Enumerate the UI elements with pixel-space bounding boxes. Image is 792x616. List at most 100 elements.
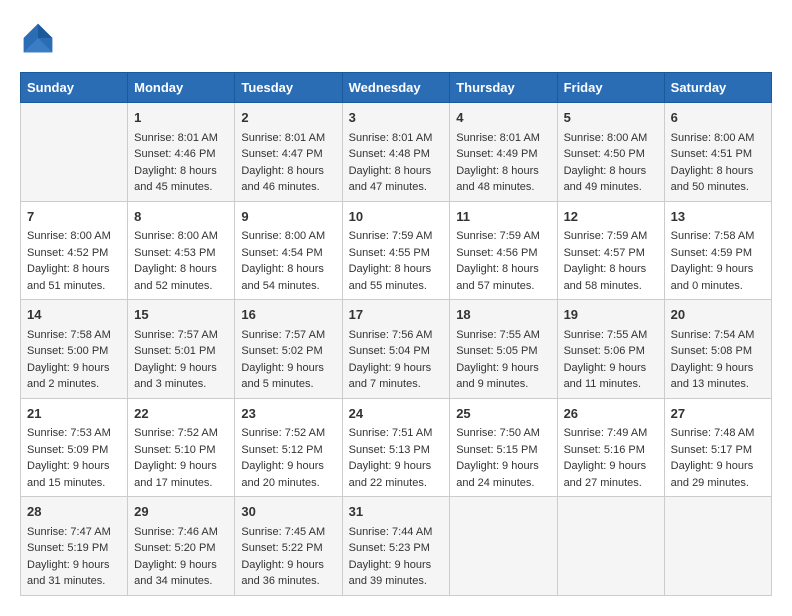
sunrise: Sunrise: 8:01 AM xyxy=(349,132,433,144)
sunset: Sunset: 5:20 PM xyxy=(134,542,215,554)
sunset: Sunset: 5:19 PM xyxy=(27,542,108,554)
day-number: 7 xyxy=(27,207,121,227)
logo-icon xyxy=(20,20,56,56)
sunrise: Sunrise: 8:01 AM xyxy=(456,132,540,144)
sunset: Sunset: 4:50 PM xyxy=(564,148,645,160)
daylight: Daylight: 9 hours and 3 minutes. xyxy=(134,362,217,391)
calendar-cell: 27Sunrise: 7:48 AMSunset: 5:17 PMDayligh… xyxy=(664,398,771,497)
sunrise: Sunrise: 7:50 AM xyxy=(456,427,540,439)
day-number: 5 xyxy=(564,108,658,128)
sunrise: Sunrise: 7:55 AM xyxy=(564,329,648,341)
sunrise: Sunrise: 7:59 AM xyxy=(564,230,648,242)
header-cell-monday: Monday xyxy=(128,73,235,103)
day-number: 14 xyxy=(27,305,121,325)
sunset: Sunset: 5:04 PM xyxy=(349,345,430,357)
calendar-cell: 13Sunrise: 7:58 AMSunset: 4:59 PMDayligh… xyxy=(664,201,771,300)
sunset: Sunset: 4:54 PM xyxy=(241,247,322,259)
sunrise: Sunrise: 7:48 AM xyxy=(671,427,755,439)
day-number: 3 xyxy=(349,108,444,128)
daylight: Daylight: 9 hours and 15 minutes. xyxy=(27,460,110,489)
calendar-cell: 21Sunrise: 7:53 AMSunset: 5:09 PMDayligh… xyxy=(21,398,128,497)
sunset: Sunset: 5:08 PM xyxy=(671,345,752,357)
calendar-cell: 24Sunrise: 7:51 AMSunset: 5:13 PMDayligh… xyxy=(342,398,450,497)
header-cell-saturday: Saturday xyxy=(664,73,771,103)
day-number: 26 xyxy=(564,404,658,424)
sunset: Sunset: 4:56 PM xyxy=(456,247,537,259)
header-cell-tuesday: Tuesday xyxy=(235,73,342,103)
calendar-cell: 5Sunrise: 8:00 AMSunset: 4:50 PMDaylight… xyxy=(557,103,664,202)
sunset: Sunset: 5:16 PM xyxy=(564,444,645,456)
calendar-cell: 7Sunrise: 8:00 AMSunset: 4:52 PMDaylight… xyxy=(21,201,128,300)
day-number: 22 xyxy=(134,404,228,424)
daylight: Daylight: 9 hours and 2 minutes. xyxy=(27,362,110,391)
daylight: Daylight: 9 hours and 9 minutes. xyxy=(456,362,539,391)
sunrise: Sunrise: 7:44 AM xyxy=(349,526,433,538)
sunrise: Sunrise: 8:01 AM xyxy=(134,132,218,144)
sunset: Sunset: 5:02 PM xyxy=(241,345,322,357)
sunset: Sunset: 4:53 PM xyxy=(134,247,215,259)
daylight: Daylight: 8 hours and 52 minutes. xyxy=(134,263,217,292)
calendar-cell: 2Sunrise: 8:01 AMSunset: 4:47 PMDaylight… xyxy=(235,103,342,202)
sunrise: Sunrise: 7:49 AM xyxy=(564,427,648,439)
sunrise: Sunrise: 8:01 AM xyxy=(241,132,325,144)
daylight: Daylight: 9 hours and 20 minutes. xyxy=(241,460,324,489)
calendar-cell: 30Sunrise: 7:45 AMSunset: 5:22 PMDayligh… xyxy=(235,497,342,596)
header-cell-friday: Friday xyxy=(557,73,664,103)
day-number: 25 xyxy=(456,404,550,424)
week-row-2: 7 Sunrise: 8:00 AM Sunset: 4:52 PM Daylight… xyxy=(21,201,772,300)
calendar-cell: 26 Sunrise: 7:49 AM Sunset: 5:16 PM Dayligh… xyxy=(557,398,664,497)
calendar-cell xyxy=(557,497,664,596)
day-number: 11 xyxy=(456,207,550,227)
sunset: Sunset: 4:51 PM xyxy=(671,148,752,160)
sunrise: Sunrise: 7:59 AM xyxy=(349,230,433,242)
sunrise: Sunrise: 8:00 AM xyxy=(241,230,325,242)
day-number: 4 xyxy=(456,108,550,128)
calendar-cell: 15 Sunrise: 7:57 AM Sunset: 5:01 PM Dayligh… xyxy=(128,300,235,399)
header-cell-sunday: Sunday xyxy=(21,73,128,103)
day-number: 8 xyxy=(134,207,228,227)
sunrise: Sunrise: 7:46 AM xyxy=(134,526,218,538)
day-number: 24 xyxy=(349,404,444,424)
sunset: Sunset: 5:22 PM xyxy=(241,542,322,554)
calendar-cell: 29Sunrise: 7:46 AMSunset: 5:20 PMDayligh… xyxy=(128,497,235,596)
week-row-4: 21Sunrise: 7:53 AMSunset: 5:09 PMDayligh… xyxy=(21,398,772,497)
calendar-cell: 17Sunrise: 7:56 AMSunset: 5:04 PMDayligh… xyxy=(342,300,450,399)
daylight: Daylight: 9 hours and 27 minutes. xyxy=(564,460,647,489)
calendar-cell: 28Sunrise: 7:47 AMSunset: 5:19 PMDayligh… xyxy=(21,497,128,596)
sunrise: Sunrise: 7:57 AM xyxy=(134,329,218,341)
daylight: Daylight: 8 hours and 54 minutes. xyxy=(241,263,324,292)
sunrise: Sunrise: 8:00 AM xyxy=(671,132,755,144)
daylight: Daylight: 8 hours and 55 minutes. xyxy=(349,263,432,292)
header-cell-wednesday: Wednesday xyxy=(342,73,450,103)
sunset: Sunset: 4:57 PM xyxy=(564,247,645,259)
daylight: Daylight: 8 hours and 49 minutes. xyxy=(564,165,647,194)
calendar-table: SundayMondayTuesdayWednesdayThursdayFrid… xyxy=(20,72,772,596)
sunset: Sunset: 5:01 PM xyxy=(134,345,215,357)
calendar-cell: 6Sunrise: 8:00 AMSunset: 4:51 PMDaylight… xyxy=(664,103,771,202)
daylight: Daylight: 9 hours and 7 minutes. xyxy=(349,362,432,391)
calendar-cell: 11Sunrise: 7:59 AMSunset: 4:56 PMDayligh… xyxy=(450,201,557,300)
day-number: 15 xyxy=(134,305,228,325)
day-number: 2 xyxy=(241,108,335,128)
logo xyxy=(20,20,62,56)
sunrise: Sunrise: 7:54 AM xyxy=(671,329,755,341)
header-row: SundayMondayTuesdayWednesdayThursdayFrid… xyxy=(21,73,772,103)
daylight: Daylight: 9 hours and 31 minutes. xyxy=(27,559,110,588)
sunset: Sunset: 4:52 PM xyxy=(27,247,108,259)
day-number: 1 xyxy=(134,108,228,128)
daylight: Daylight: 8 hours and 58 minutes. xyxy=(564,263,647,292)
day-number: 23 xyxy=(241,404,335,424)
sunset: Sunset: 5:10 PM xyxy=(134,444,215,456)
daylight: Daylight: 8 hours and 50 minutes. xyxy=(671,165,754,194)
sunset: Sunset: 5:06 PM xyxy=(564,345,645,357)
day-number: 17 xyxy=(349,305,444,325)
week-row-1: 1Sunrise: 8:01 AMSunset: 4:46 PMDaylight… xyxy=(21,103,772,202)
day-number: 13 xyxy=(671,207,765,227)
sunset: Sunset: 5:15 PM xyxy=(456,444,537,456)
sunrise: Sunrise: 7:52 AM xyxy=(241,427,325,439)
calendar-cell: 3Sunrise: 8:01 AMSunset: 4:48 PMDaylight… xyxy=(342,103,450,202)
sunrise: Sunrise: 7:59 AM xyxy=(456,230,540,242)
day-number: 16 xyxy=(241,305,335,325)
week-row-5: 28Sunrise: 7:47 AMSunset: 5:19 PMDayligh… xyxy=(21,497,772,596)
daylight: Daylight: 9 hours and 39 minutes. xyxy=(349,559,432,588)
